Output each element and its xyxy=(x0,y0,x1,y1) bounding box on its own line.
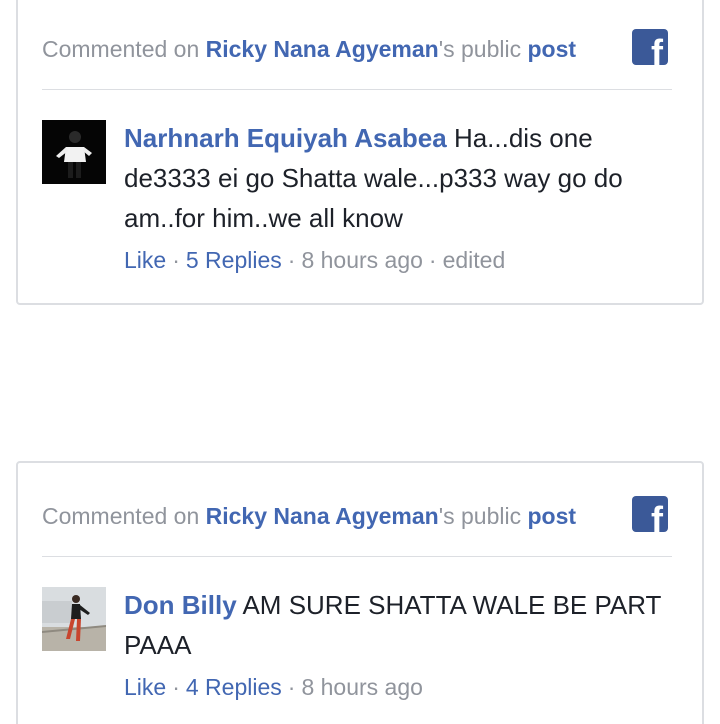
like-button[interactable]: Like xyxy=(124,674,166,700)
card-header: Commented on Ricky Nana Agyeman's public… xyxy=(42,26,672,90)
facebook-logo-icon[interactable]: f xyxy=(632,496,668,532)
page-name-link[interactable]: Ricky Nana Agyeman xyxy=(206,503,439,529)
header-suffix: 's public xyxy=(438,503,528,529)
header-prefix: Commented on xyxy=(42,503,206,529)
separator: · xyxy=(172,674,180,700)
comment-author[interactable]: Don Billy xyxy=(124,590,237,620)
comment-card: Commented on Ricky Nana Agyeman's public… xyxy=(16,0,704,305)
comment-author[interactable]: Narhnarh Equiyah Asabea xyxy=(124,123,447,153)
avatar[interactable] xyxy=(42,587,106,651)
comment-body: Narhnarh Equiyah Asabea Ha...dis one de3… xyxy=(124,118,672,280)
comment-body: Don Billy AM SURE SHATTA WALE BE PART PA… xyxy=(124,585,672,707)
replies-link[interactable]: 4 Replies xyxy=(186,674,282,700)
comment-card: Commented on Ricky Nana Agyeman's public… xyxy=(16,461,704,724)
separator: · xyxy=(428,247,437,273)
comment-time: 8 hours ago xyxy=(301,674,423,700)
separator: · xyxy=(287,247,296,273)
card-header: Commented on Ricky Nana Agyeman's public… xyxy=(42,493,672,557)
header-text: Commented on Ricky Nana Agyeman's public… xyxy=(42,503,576,530)
page-name-link[interactable]: Ricky Nana Agyeman xyxy=(206,36,439,62)
post-link[interactable]: post xyxy=(527,503,576,529)
comment-meta: Like · 5 Replies · 8 hours ago · edited xyxy=(124,240,672,280)
comment-meta: Like · 4 Replies · 8 hours ago xyxy=(124,667,672,707)
replies-link[interactable]: 5 Replies xyxy=(186,247,282,273)
facebook-logo-icon[interactable]: f xyxy=(632,29,668,65)
header-suffix: 's public xyxy=(438,36,528,62)
header-text: Commented on Ricky Nana Agyeman's public… xyxy=(42,36,576,63)
post-link[interactable]: post xyxy=(527,36,576,62)
header-prefix: Commented on xyxy=(42,36,206,62)
separator: · xyxy=(287,674,296,700)
avatar[interactable] xyxy=(42,120,106,184)
like-button[interactable]: Like xyxy=(124,247,166,273)
edited-label: edited xyxy=(442,247,506,273)
separator: · xyxy=(172,247,180,273)
comment-time: 8 hours ago xyxy=(301,247,423,273)
